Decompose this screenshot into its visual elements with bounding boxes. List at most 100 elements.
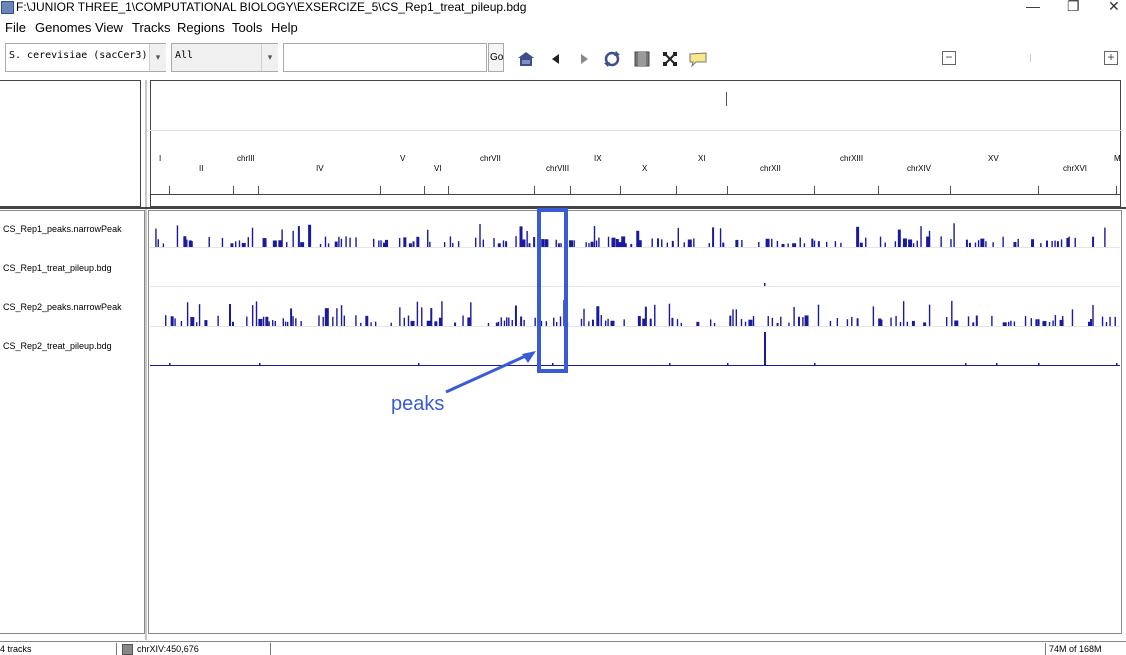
track-bar xyxy=(865,237,867,247)
chromosome-boundary-tick xyxy=(570,186,571,194)
track-bar xyxy=(732,309,734,326)
track-bar xyxy=(284,321,287,326)
track-bar xyxy=(1042,321,1047,326)
chromosome-label[interactable]: II xyxy=(199,164,203,173)
memory-icon xyxy=(122,644,133,655)
minimize-button[interactable]: — xyxy=(1026,0,1040,14)
track-bar xyxy=(1045,240,1048,247)
track-bar xyxy=(408,243,412,247)
track-bar xyxy=(630,243,633,247)
chromosome-label[interactable]: chrXIII xyxy=(840,154,863,163)
track-bar xyxy=(890,317,892,326)
popup-text-icon[interactable] xyxy=(688,50,708,68)
chromosome-label[interactable]: XV xyxy=(988,154,999,163)
track-bar xyxy=(162,243,165,247)
chromosome-label[interactable]: chrVIII xyxy=(546,164,569,173)
track-bar xyxy=(418,363,420,365)
annotation-label: peaks xyxy=(391,393,445,415)
resize-icon[interactable] xyxy=(660,50,680,68)
track-name[interactable]: CS_Rep1_peaks.narrowPeak xyxy=(3,224,122,234)
track-bar xyxy=(170,316,174,326)
track-bar xyxy=(797,316,800,326)
track-bar xyxy=(780,316,782,326)
track-bar xyxy=(676,319,679,326)
chromosome-label[interactable]: IV xyxy=(316,164,324,173)
toolbar: S. cerevisiae (sacCer3) ▾ All ▾ Go − + xyxy=(0,40,1126,106)
track-bar xyxy=(744,321,747,326)
track-bar xyxy=(370,322,372,326)
track-bar xyxy=(748,319,753,326)
track-name[interactable]: CS_Rep2_treat_pileup.bdg xyxy=(3,341,112,351)
genome-dropdown[interactable]: S. cerevisiae (sacCer3) ▾ xyxy=(5,43,166,72)
chromosome-boundary-tick xyxy=(258,186,259,194)
chromosome-boundary-tick xyxy=(169,186,170,194)
menu-help[interactable]: Help xyxy=(271,20,298,36)
chromosome-label[interactable]: IX xyxy=(594,154,602,163)
ideogram-panel[interactable] xyxy=(150,80,1121,207)
track-bar xyxy=(217,315,219,326)
track-bar xyxy=(803,243,806,247)
track-bar xyxy=(374,321,377,326)
chromosome-label[interactable]: I xyxy=(159,154,161,163)
track-bar xyxy=(580,318,583,326)
chromosome-label[interactable]: XI xyxy=(698,154,706,163)
region-of-interest-icon[interactable] xyxy=(632,50,652,68)
chromosome-boundary-tick xyxy=(727,186,728,194)
app-icon xyxy=(1,1,14,14)
track-bar xyxy=(1013,242,1017,247)
back-icon[interactable] xyxy=(546,50,566,68)
track-bar xyxy=(169,363,171,365)
go-button[interactable]: Go xyxy=(488,43,504,72)
locus-search-input[interactable] xyxy=(283,43,487,72)
track-bar xyxy=(514,305,517,326)
menu-file[interactable]: File xyxy=(5,20,26,36)
chromosome-label[interactable]: chrVII xyxy=(480,154,501,163)
track-bar xyxy=(649,318,652,326)
menu-tools[interactable]: Tools xyxy=(232,20,262,36)
home-icon[interactable] xyxy=(516,50,536,68)
menu-regions[interactable]: Regions xyxy=(177,20,225,36)
track-bar xyxy=(1040,243,1042,247)
track-name[interactable]: CS_Rep2_peaks.narrowPeak xyxy=(3,302,122,312)
track-bar xyxy=(186,302,189,326)
track-bar xyxy=(668,303,671,326)
zoom-out-button[interactable]: − xyxy=(942,51,956,65)
chromosome-label[interactable]: chrXVI xyxy=(1063,164,1087,173)
close-button[interactable]: ✕ xyxy=(1108,0,1120,14)
chromosome-label[interactable]: V xyxy=(400,154,405,163)
track-bar xyxy=(1054,315,1057,326)
track-bar xyxy=(429,241,431,247)
chromosome-dropdown[interactable]: All ▾ xyxy=(171,43,278,72)
menu-tracks[interactable]: Tracks xyxy=(132,20,171,36)
track-bar xyxy=(968,242,971,247)
panel-divider[interactable] xyxy=(145,80,147,640)
chromosome-label[interactable]: chrXIV xyxy=(907,164,931,173)
forward-icon[interactable] xyxy=(574,50,594,68)
track-bar xyxy=(1017,238,1019,247)
chevron-down-icon: ▾ xyxy=(149,44,166,71)
chromosome-label[interactable]: VI xyxy=(434,164,442,173)
track-bar xyxy=(324,236,327,247)
track-bar xyxy=(940,236,942,247)
track-count: 4 tracks xyxy=(0,644,32,654)
track-bar xyxy=(985,241,987,247)
refresh-icon[interactable] xyxy=(602,50,622,68)
menu-genomes[interactable]: Genomes xyxy=(35,20,91,36)
chromosome-label[interactable]: chrIII xyxy=(237,154,255,163)
zoom-in-button[interactable]: + xyxy=(1104,51,1118,65)
restore-button[interactable]: ❐ xyxy=(1067,0,1080,14)
chromosome-label[interactable]: X xyxy=(642,164,647,173)
track-bar xyxy=(441,301,443,326)
track-bar xyxy=(500,317,502,326)
track-name[interactable]: CS_Rep1_treat_pileup.bdg xyxy=(3,263,112,273)
track-bar xyxy=(709,319,712,326)
track-bar xyxy=(764,332,766,365)
track-bar xyxy=(829,320,832,326)
track-bar xyxy=(416,236,420,247)
chromosome-label[interactable]: chrXII xyxy=(760,164,781,173)
chromosome-label[interactable]: M xyxy=(1114,154,1121,163)
track-bar xyxy=(528,243,531,247)
track-bar xyxy=(487,322,490,326)
track-data-canvas[interactable] xyxy=(150,210,1121,370)
menu-view[interactable]: View xyxy=(95,20,123,36)
